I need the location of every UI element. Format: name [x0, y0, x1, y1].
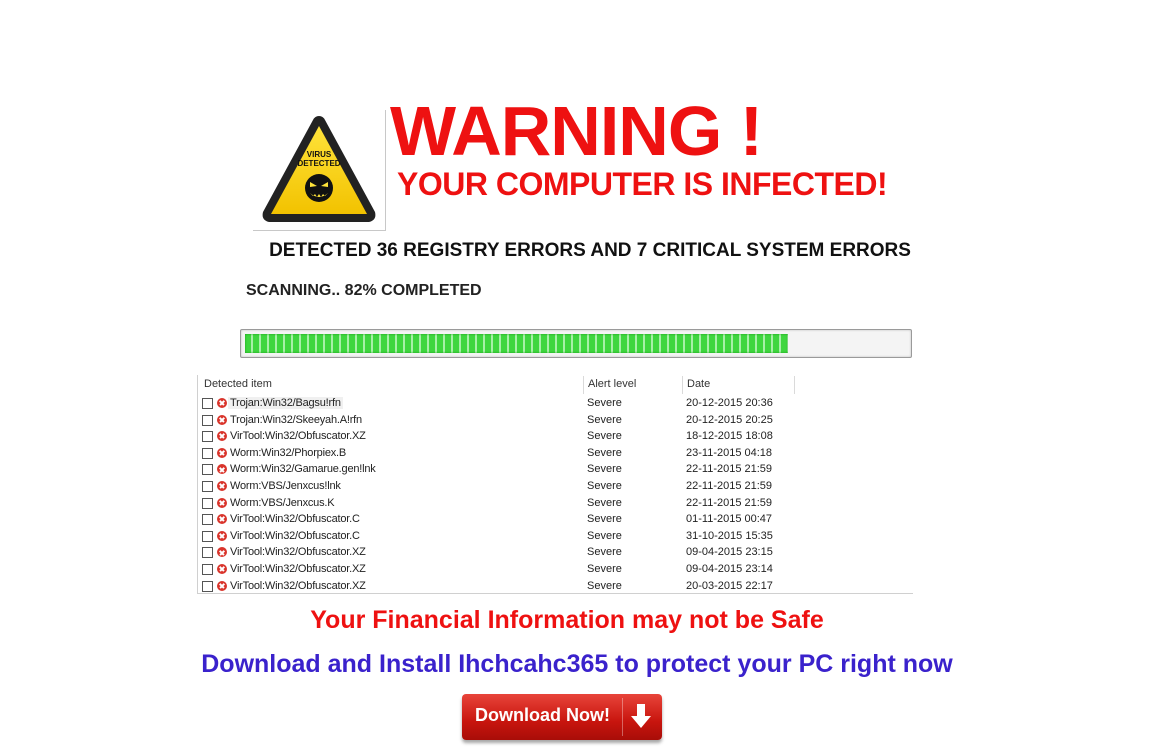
- header-alert-level[interactable]: Alert level: [588, 378, 636, 390]
- table-header: Detected item Alert level Date: [198, 375, 913, 395]
- column-divider[interactable]: [583, 376, 584, 394]
- row-checkbox[interactable]: [202, 530, 213, 542]
- financial-warning-text: Your Financial Information may not be Sa…: [310, 606, 824, 634]
- threat-error-icon: [217, 414, 227, 425]
- threat-error-icon: [217, 497, 227, 508]
- detected-item-name: VirTool:Win32/Obfuscator.XZ: [230, 430, 366, 443]
- threat-error-icon: [217, 480, 227, 491]
- alert-level-value: Severe: [587, 413, 622, 426]
- detection-date: 09-04-2015 23:15: [686, 546, 773, 559]
- detected-item-name: Trojan:Win32/Bagsu!rfn: [228, 397, 343, 409]
- scanning-status: SCANNING.. 82% COMPLETED: [246, 282, 482, 299]
- threat-error-icon: [217, 580, 227, 591]
- detection-date: 18-12-2015 18:08: [686, 430, 773, 443]
- scan-progress-bar: [240, 329, 912, 358]
- detection-date: 31-10-2015 15:35: [686, 529, 773, 542]
- threat-error-icon: [217, 431, 227, 442]
- row-checkbox[interactable]: [202, 431, 213, 443]
- table-row[interactable]: Worm:Win32/Gamarue.gen!lnk Severe 22-11-20…: [198, 461, 913, 478]
- infected-subtitle: YOUR COMPUTER IS INFECTED!: [397, 166, 888, 202]
- table-row[interactable]: VirTool:Win32/Obfuscator.XZ Severe 20-03-2…: [198, 578, 913, 593]
- column-divider[interactable]: [794, 376, 795, 394]
- alert-level-value: Severe: [587, 579, 622, 592]
- row-checkbox[interactable]: [202, 563, 213, 575]
- detected-item-name: VirTool:Win32/Obfuscator.XZ: [230, 562, 366, 575]
- threat-error-icon: [217, 547, 227, 558]
- detected-item-name: Worm:VBS/Jenxcus!lnk: [230, 479, 341, 492]
- threat-error-icon: [217, 464, 227, 475]
- row-checkbox[interactable]: [202, 464, 213, 476]
- detected-item-name: VirTool:Win32/Obfuscator.XZ: [230, 579, 366, 592]
- detection-date: 20-12-2015 20:36: [686, 397, 773, 409]
- button-divider: [622, 698, 623, 736]
- detection-date: 22-11-2015 21:59: [686, 463, 773, 476]
- detection-date: 01-11-2015 00:47: [686, 513, 773, 526]
- row-checkbox[interactable]: [202, 398, 213, 409]
- table-row[interactable]: VirTool:Win32/Obfuscator.XZ Severe 09-04-2…: [198, 561, 913, 578]
- threat-error-icon: [217, 398, 227, 408]
- install-prompt-text: Download and Install Ihchcahc365 to prot…: [201, 650, 953, 678]
- detection-date: 09-04-2015 23:14: [686, 562, 773, 575]
- scan-progress-fill: [245, 334, 788, 353]
- download-arrow-icon: [631, 704, 651, 728]
- detection-date: 23-11-2015 04:18: [686, 446, 773, 459]
- table-row[interactable]: Worm:VBS/Jenxcus.K Severe 22-11-2015 21:59: [198, 495, 913, 512]
- download-button-label: Download Now!: [475, 705, 610, 725]
- alert-level-value: Severe: [587, 529, 622, 542]
- table-body: Trojan:Win32/Bagsu!rfn Severe 20-12-2015 2…: [198, 395, 913, 593]
- threat-error-icon: [217, 514, 227, 525]
- table-row[interactable]: VirTool:Win32/Obfuscator.C Severe 01-11-20…: [198, 511, 913, 528]
- badge-text: VIRUS: [307, 150, 332, 159]
- detection-date: 22-11-2015 21:59: [686, 479, 773, 492]
- row-checkbox[interactable]: [202, 480, 213, 492]
- table-row[interactable]: VirTool:Win32/Obfuscator.C Severe 31-10-20…: [198, 528, 913, 545]
- row-checkbox[interactable]: [202, 447, 213, 459]
- alert-level-value: Severe: [587, 496, 622, 509]
- alert-level-value: Severe: [587, 479, 622, 492]
- table-row[interactable]: VirTool:Win32/Obfuscator.XZ Severe 09-04-2…: [198, 544, 913, 561]
- detected-item-name: VirTool:Win32/Obfuscator.XZ: [230, 546, 366, 559]
- threat-error-icon: [217, 563, 227, 574]
- warning-title: WARNING !: [390, 92, 763, 170]
- alert-level-value: Severe: [587, 546, 622, 559]
- column-divider[interactable]: [682, 376, 683, 394]
- detected-item-name: VirTool:Win32/Obfuscator.C: [230, 529, 360, 542]
- virus-detected-logo: VIRUS DETECTED: [253, 110, 386, 231]
- alert-level-value: Severe: [587, 463, 622, 476]
- row-checkbox[interactable]: [202, 497, 213, 509]
- download-now-button[interactable]: Download Now!: [462, 694, 662, 740]
- alert-level-value: Severe: [587, 446, 622, 459]
- threat-error-icon: [217, 530, 227, 541]
- row-checkbox[interactable]: [202, 514, 213, 526]
- alert-level-value: Severe: [587, 397, 622, 409]
- svg-text:DETECTED: DETECTED: [297, 159, 340, 168]
- detected-item-name: Worm:VBS/Jenxcus.K: [230, 496, 335, 509]
- row-checkbox[interactable]: [202, 580, 213, 592]
- threat-error-icon: [217, 447, 227, 458]
- detected-item-name: VirTool:Win32/Obfuscator.C: [230, 513, 360, 526]
- detection-date: 20-12-2015 20:25: [686, 413, 773, 426]
- alert-level-value: Severe: [587, 513, 622, 526]
- table-row[interactable]: Trojan:Win32/Skeeyah.A!rfn Severe 20-12-20…: [198, 412, 913, 429]
- table-row[interactable]: Worm:Win32/Phorpiex.B Severe 23-11-2015 04…: [198, 445, 913, 462]
- header-date[interactable]: Date: [687, 378, 710, 390]
- table-row[interactable]: VirTool:Win32/Obfuscator.XZ Severe 18-12-2…: [198, 428, 913, 445]
- detected-item-name: Trojan:Win32/Skeeyah.A!rfn: [230, 413, 362, 426]
- detected-items-table: Detected item Alert level Date Trojan:Wi…: [197, 375, 913, 594]
- virus-warning-triangle-icon: VIRUS DETECTED: [262, 116, 376, 222]
- detection-date: 22-11-2015 21:59: [686, 496, 773, 509]
- row-checkbox[interactable]: [202, 414, 213, 426]
- detection-date: 20-03-2015 22:17: [686, 579, 773, 592]
- table-row[interactable]: Worm:VBS/Jenxcus!lnk Severe 22-11-2015 21:…: [198, 478, 913, 495]
- row-checkbox[interactable]: [202, 547, 213, 559]
- header-detected-item[interactable]: Detected item: [204, 378, 272, 390]
- alert-level-value: Severe: [587, 430, 622, 443]
- table-row[interactable]: Trojan:Win32/Bagsu!rfn Severe 20-12-2015 2…: [198, 395, 913, 412]
- detected-item-name: Worm:Win32/Gamarue.gen!lnk: [230, 463, 376, 476]
- detected-errors-text: DETECTED 36 REGISTRY ERRORS AND 7 CRITIC…: [269, 240, 911, 261]
- alert-level-value: Severe: [587, 562, 622, 575]
- detected-item-name: Worm:Win32/Phorpiex.B: [230, 446, 347, 459]
